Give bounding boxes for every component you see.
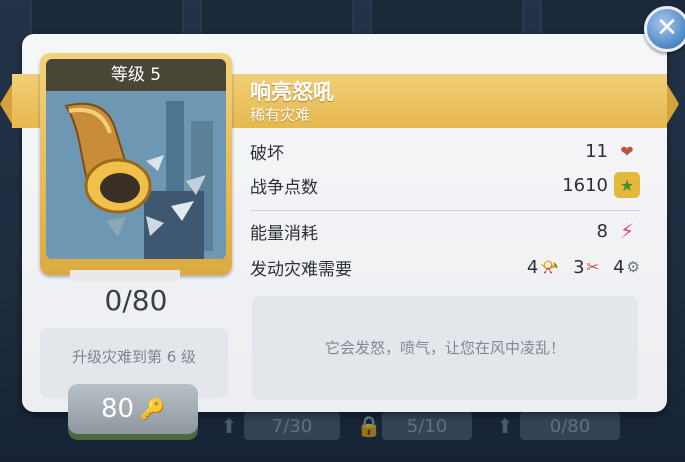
stat-energy: 能量消耗 8 ⚡ [250,214,640,248]
card-artwork [46,91,226,259]
disaster-card: 等级 5 [40,53,232,275]
stats-divider [250,210,640,211]
close-icon: ✕ [656,13,678,43]
stat-label: 能量消耗 [250,223,318,244]
stat-war-points: 战争点数 1610 ★ [250,168,640,202]
stat-value: 11 [585,140,608,162]
disaster-rarity: 稀有灾难 [250,106,311,124]
horn-piece-icon: ⚙ [626,258,640,276]
horn-illustration [46,91,226,259]
pliers-icon: ✂ [586,258,600,276]
requirement-item: 4 ⚙ [613,256,640,278]
stat-label: 战争点数 [250,177,318,198]
requirement-item: 4 📯 [526,256,560,278]
broken-heart-icon: ❤ [620,141,634,161]
stat-requirements: 发动灾难需要 4 📯 3 ✂ 4 ⚙ [250,250,640,284]
disaster-name: 响亮怒吼 [250,80,334,104]
stat-label: 发动灾难需要 [250,259,352,280]
requirement-item: 3 ✂ [573,256,600,278]
card-level-label: 等级 5 [46,59,226,91]
requirement-list: 4 📯 3 ✂ 4 ⚙ [527,257,640,278]
shield-icon: ★ [614,172,640,198]
card-progress: 0/80 [104,284,168,317]
close-button[interactable]: ✕ [644,6,685,52]
upgrade-cost: 80 [101,394,135,424]
stat-value: 1610 [562,174,608,196]
disaster-description: 它会发怒，喷气，让您在风中凌乱！ [252,296,638,400]
stat-label: 破坏 [250,143,284,164]
stat-destruction: 破坏 11 ❤ [250,134,640,168]
upgrade-button[interactable]: 80 🔑 [68,384,198,434]
card-tab [70,270,180,282]
horn-icon: 📯 [540,258,560,276]
lightning-icon: ⚡ [619,219,635,243]
key-icon: 🔑 [140,397,165,421]
stat-value: 8 [596,220,608,242]
